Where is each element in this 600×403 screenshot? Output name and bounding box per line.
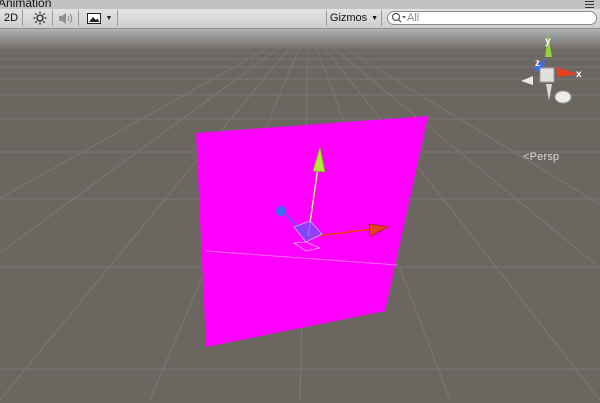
hamburger-menu-icon[interactable] <box>585 1 594 8</box>
gizmo-negz-cone[interactable] <box>554 90 572 104</box>
hierarchy-search[interactable] <box>387 11 597 25</box>
scene-lighting-button[interactable] <box>28 10 53 26</box>
chevron-left-icon: < <box>523 151 530 163</box>
projection-toggle[interactable]: <Persp <box>523 151 559 163</box>
gizmo-negx-cone[interactable] <box>521 76 533 85</box>
window-tab-title[interactable]: Animation <box>0 0 51 9</box>
scene-effects-dropdown[interactable]: ▼ <box>82 10 118 26</box>
sun-icon <box>33 11 47 25</box>
image-icon <box>86 12 101 24</box>
toggle-2d-button[interactable]: 2D <box>0 10 23 26</box>
gizmos-dropdown[interactable]: Gizmos ▼ <box>326 10 382 26</box>
gizmos-label: Gizmos <box>329 12 368 24</box>
search-icon <box>391 12 406 23</box>
scene-view[interactable]: y z x <Persp <box>0 29 600 401</box>
scene-viewport[interactable]: y z x <box>0 29 600 401</box>
scene-audio-button[interactable] <box>54 10 79 26</box>
toggle-2d-label: 2D <box>3 12 19 24</box>
gizmo-label-x: x <box>576 69 582 80</box>
gizmo-label-y: y <box>545 36 551 47</box>
gizmo-label-z: z <box>535 58 540 69</box>
chevron-down-icon: ▼ <box>105 14 113 22</box>
window-tab-strip: Animation <box>0 0 600 9</box>
gizmo-center-cube[interactable] <box>539 67 555 83</box>
chevron-down-icon: ▼ <box>371 14 379 22</box>
projection-label: Persp <box>529 151 560 163</box>
gizmo-negy-cone[interactable] <box>546 84 552 101</box>
scene-toolbar: 2D ▼ Gizmos ▼ <box>0 9 600 29</box>
speaker-icon <box>59 12 73 24</box>
z-axis-arrow[interactable] <box>276 206 286 216</box>
search-input[interactable] <box>407 12 587 24</box>
gizmo-x-cone[interactable] <box>556 67 578 77</box>
